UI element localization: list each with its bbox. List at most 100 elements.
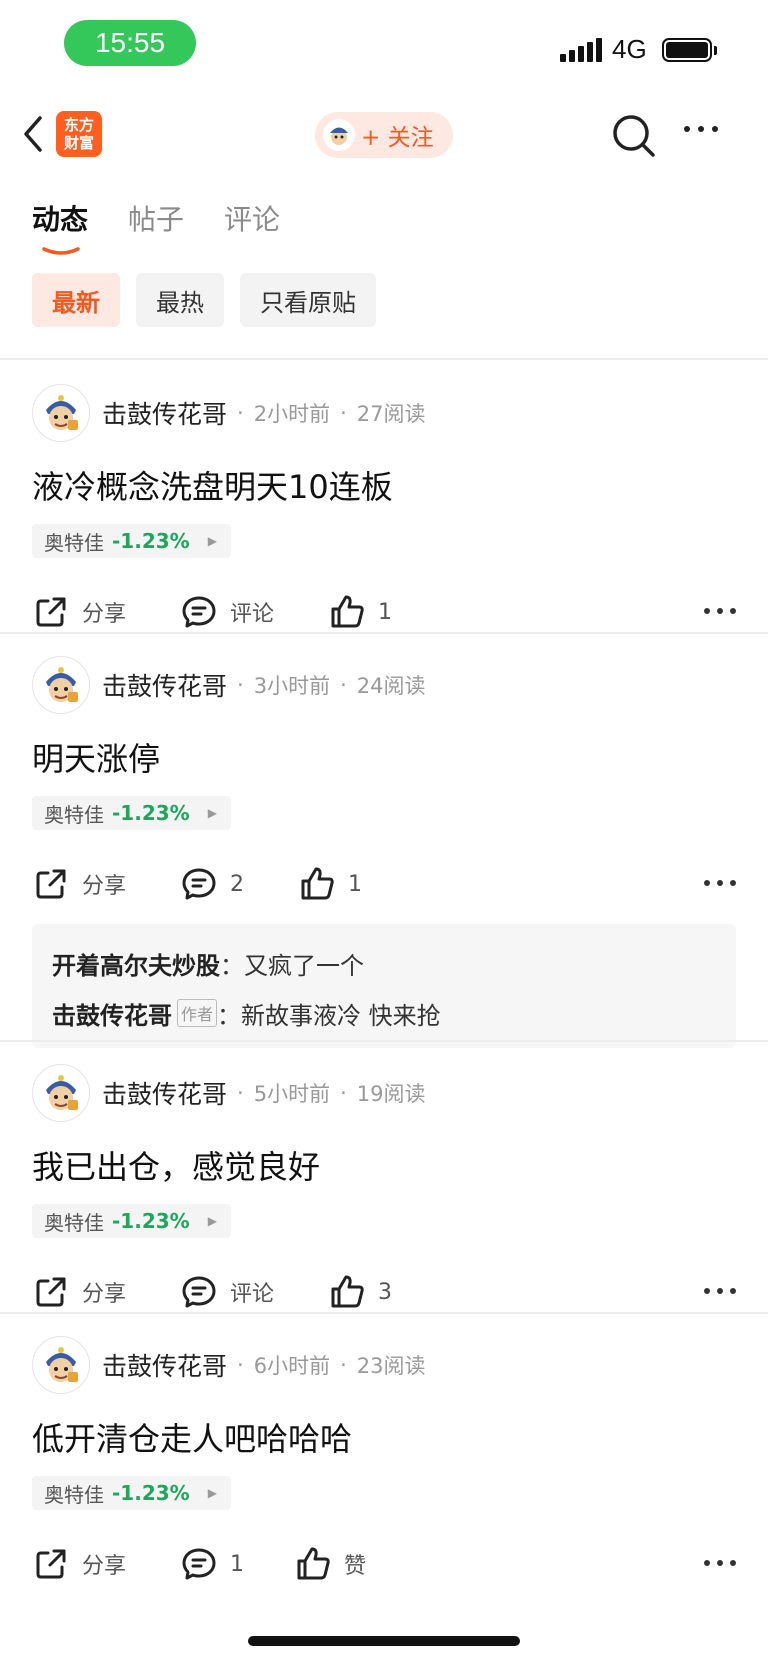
meta-separator: · bbox=[340, 401, 347, 425]
stock-name: 奥特佳 bbox=[44, 530, 104, 555]
battery-cap bbox=[714, 46, 717, 55]
comment-button[interactable]: 评论 bbox=[180, 590, 274, 634]
share-icon bbox=[32, 1545, 70, 1583]
like-label: 1 bbox=[348, 871, 362, 897]
commenter-name[interactable]: 开着高尔夫炒股 bbox=[52, 946, 220, 981]
like-button[interactable]: 1 bbox=[328, 590, 392, 634]
post-title[interactable]: 我已出仓，感觉良好 bbox=[32, 1142, 320, 1188]
post-title[interactable]: 明天涨停 bbox=[32, 734, 160, 780]
comment-text: 新故事液冷 快来抢 bbox=[241, 1001, 441, 1030]
share-button[interactable]: 分享 bbox=[32, 862, 126, 906]
share-label: 分享 bbox=[82, 874, 127, 899]
active-tab-indicator bbox=[42, 240, 80, 255]
comment-icon bbox=[180, 865, 218, 903]
like-label: 赞 bbox=[344, 1554, 367, 1579]
post-title[interactable]: 液冷概念洗盘明天10连板 bbox=[32, 462, 393, 508]
thumbs-up-icon bbox=[294, 1545, 332, 1583]
post-more-icon[interactable] bbox=[704, 1560, 736, 1566]
like-button[interactable]: 赞 bbox=[294, 1542, 366, 1586]
comment-separator: ： bbox=[220, 951, 244, 980]
filter-original-only[interactable]: 只看原贴 bbox=[240, 273, 376, 327]
comment-separator: ： bbox=[217, 1001, 242, 1030]
follow-button[interactable]: + 关注 bbox=[315, 112, 453, 158]
stock-name: 奥特佳 bbox=[44, 802, 104, 827]
content-tabs: 动态 帖子 评论 bbox=[32, 198, 280, 238]
comment-button[interactable]: 1 bbox=[180, 1542, 244, 1586]
read-count: 19阅读 bbox=[356, 1082, 426, 1106]
logo-text-1: 东方 bbox=[63, 116, 94, 134]
meta-separator: · bbox=[237, 1353, 244, 1377]
share-icon bbox=[32, 593, 70, 631]
post-title[interactable]: 低开清仓走人吧哈哈哈 bbox=[32, 1414, 352, 1460]
stock-tag[interactable]: 奥特佳 -1.23% ▶ bbox=[32, 524, 231, 558]
author-name[interactable]: 击鼓传花哥 bbox=[102, 667, 227, 703]
author-avatar[interactable] bbox=[32, 656, 90, 714]
share-button[interactable]: 分享 bbox=[32, 1270, 126, 1314]
comment-preview[interactable]: 开着高尔夫炒股：又疯了一个 击鼓传花哥 作者：新故事液冷 快来抢 bbox=[32, 924, 736, 1048]
stock-change: -1.23% bbox=[112, 1209, 190, 1233]
thumbs-up-icon bbox=[328, 593, 366, 631]
app-logo[interactable]: 东方 财富 bbox=[56, 111, 102, 157]
share-button[interactable]: 分享 bbox=[32, 590, 126, 634]
author-name[interactable]: 击鼓传花哥 bbox=[102, 1347, 227, 1383]
post-card[interactable]: 击鼓传花哥 · 2小时前 · 27阅读 液冷概念洗盘明天10连板 奥特佳 -1.23% ▶ 分享 评… bbox=[0, 362, 768, 632]
back-icon[interactable] bbox=[18, 114, 48, 154]
thumbs-up-icon bbox=[328, 1273, 366, 1311]
share-icon bbox=[32, 1273, 70, 1311]
post-more-icon[interactable] bbox=[704, 1288, 736, 1294]
commenter-name[interactable]: 击鼓传花哥 bbox=[52, 996, 172, 1031]
like-label: 3 bbox=[378, 1279, 392, 1305]
post-more-icon[interactable] bbox=[704, 608, 736, 614]
share-button[interactable]: 分享 bbox=[32, 1542, 126, 1586]
stock-change: -1.23% bbox=[112, 801, 190, 825]
comment-label: 1 bbox=[230, 1551, 244, 1577]
like-button[interactable]: 3 bbox=[328, 1270, 392, 1314]
share-label: 分享 bbox=[82, 602, 127, 627]
comment-row: 击鼓传花哥 作者：新故事液冷 快来抢 bbox=[52, 988, 716, 1038]
author-avatar[interactable] bbox=[32, 1336, 90, 1394]
more-options-icon[interactable] bbox=[684, 126, 718, 132]
like-button[interactable]: 1 bbox=[298, 862, 362, 906]
post-card[interactable]: 击鼓传花哥 · 6小时前 · 23阅读 低开清仓走人吧哈哈哈 奥特佳 -1.23% ▶ 分享 1 赞 bbox=[0, 1314, 768, 1584]
comment-label: 评论 bbox=[230, 1282, 275, 1307]
logo-text-2: 财富 bbox=[63, 134, 94, 152]
stock-tag[interactable]: 奥特佳 -1.23% ▶ bbox=[32, 1204, 231, 1238]
author-avatar[interactable] bbox=[32, 1064, 90, 1122]
cellular-signal-icon bbox=[560, 38, 602, 62]
comment-text: 又疯了一个 bbox=[244, 951, 364, 980]
tab-activity[interactable]: 动态 bbox=[32, 198, 88, 238]
search-icon[interactable] bbox=[610, 112, 658, 160]
filter-hot[interactable]: 最热 bbox=[136, 273, 224, 327]
triangle-right-icon: ▶ bbox=[207, 806, 217, 820]
meta-separator: · bbox=[340, 673, 347, 697]
tab-posts[interactable]: 帖子 bbox=[128, 198, 184, 238]
share-label: 分享 bbox=[82, 1554, 127, 1579]
comment-row: 开着高尔夫炒股：又疯了一个 bbox=[52, 938, 716, 988]
stock-change: -1.23% bbox=[112, 1481, 190, 1505]
post-actions: 分享 1 赞 bbox=[32, 1542, 736, 1586]
divider bbox=[0, 358, 768, 360]
read-count: 27阅读 bbox=[356, 402, 426, 426]
status-time: 15:55 bbox=[64, 20, 196, 66]
share-label: 分享 bbox=[82, 1282, 127, 1307]
filter-latest[interactable]: 最新 bbox=[32, 273, 120, 327]
comment-button[interactable]: 2 bbox=[180, 862, 244, 906]
battery-icon bbox=[662, 38, 712, 62]
post-more-icon[interactable] bbox=[704, 880, 736, 886]
post-card[interactable]: 击鼓传花哥 · 5小时前 · 19阅读 我已出仓，感觉良好 奥特佳 -1.23% ▶ 分享 评论 3 bbox=[0, 1042, 768, 1312]
author-avatar[interactable] bbox=[32, 384, 90, 442]
post-actions: 分享 评论 3 bbox=[32, 1270, 736, 1314]
home-indicator[interactable] bbox=[248, 1636, 520, 1646]
filter-bar: 最新 最热 只看原贴 bbox=[32, 273, 376, 327]
post-card[interactable]: 击鼓传花哥 · 3小时前 · 24阅读 明天涨停 奥特佳 -1.23% ▶ 分享 2 1 开着高尔夫炒股… bbox=[0, 634, 768, 1048]
tab-comments[interactable]: 评论 bbox=[224, 198, 280, 238]
author-name[interactable]: 击鼓传花哥 bbox=[102, 395, 227, 431]
thumbs-up-icon bbox=[298, 865, 336, 903]
author-name[interactable]: 击鼓传花哥 bbox=[102, 1075, 227, 1111]
like-label: 1 bbox=[378, 599, 392, 625]
comment-label: 评论 bbox=[230, 602, 275, 627]
stock-tag[interactable]: 奥特佳 -1.23% ▶ bbox=[32, 1476, 231, 1510]
stock-tag[interactable]: 奥特佳 -1.23% ▶ bbox=[32, 796, 231, 830]
follow-label: + 关注 bbox=[361, 125, 434, 151]
comment-button[interactable]: 评论 bbox=[180, 1270, 274, 1314]
